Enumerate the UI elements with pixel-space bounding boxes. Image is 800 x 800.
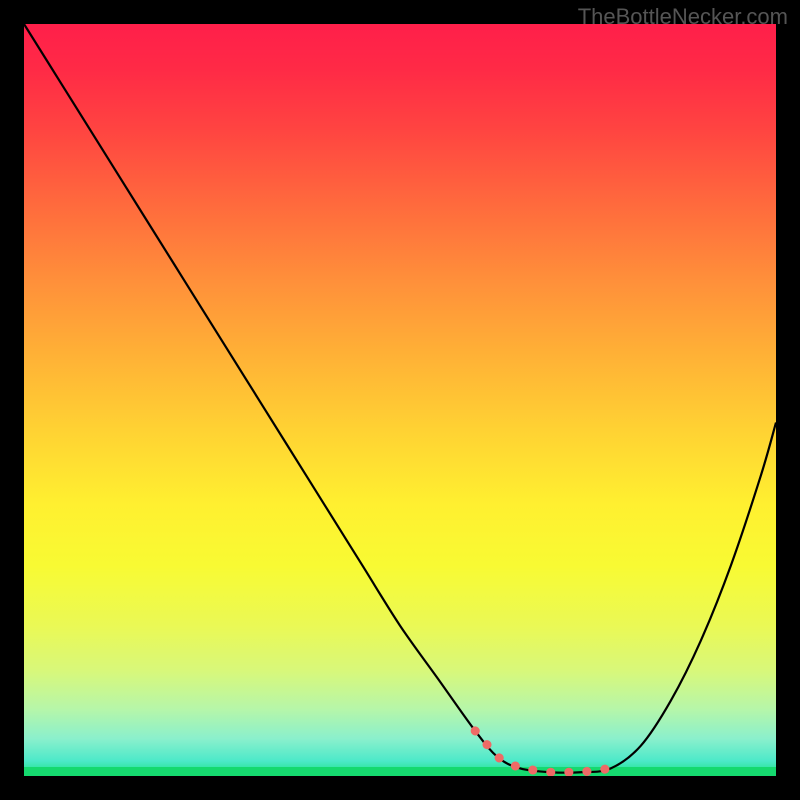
chart-svg	[24, 24, 776, 776]
watermark-text: TheBottleNecker.com	[578, 4, 788, 30]
chart-plot-area	[24, 24, 776, 776]
bottleneck-curve-line	[24, 24, 776, 773]
optimal-range-dots	[475, 731, 610, 772]
